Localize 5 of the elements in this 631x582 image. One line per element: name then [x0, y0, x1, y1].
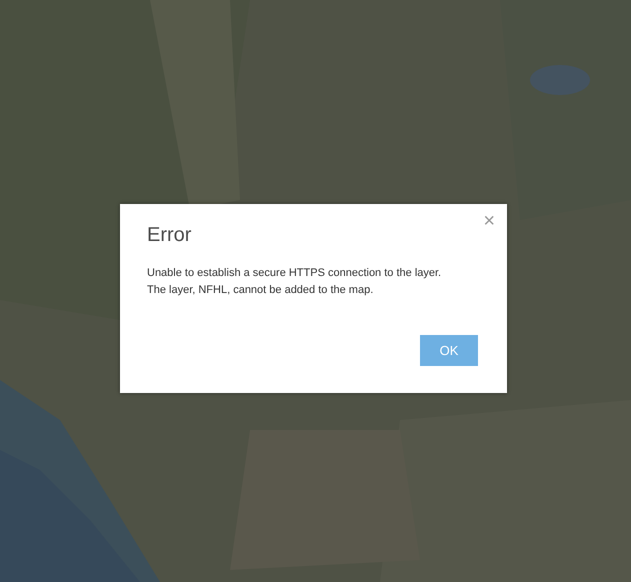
error-message: Unable to establish a secure HTTPS connection to the layer.	[147, 266, 442, 280]
ok-button[interactable]: OK	[420, 334, 478, 366]
error-message: The layer, NFHL, cannot be added to the map.	[147, 282, 374, 298]
dialog-title: Error	[147, 224, 192, 246]
close-button[interactable]: ×	[479, 208, 499, 234]
